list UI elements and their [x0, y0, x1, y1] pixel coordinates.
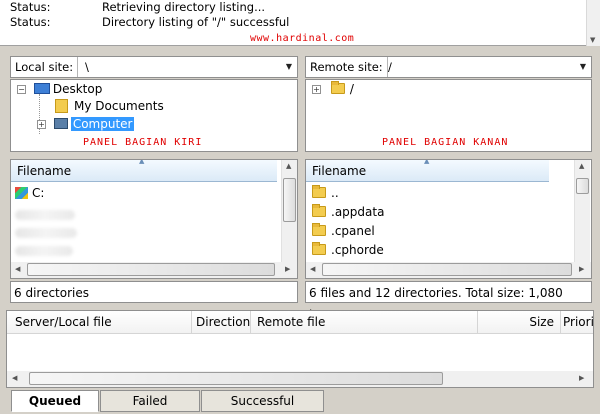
- remote-horizontal-scrollbar[interactable]: ◀ ▶: [306, 262, 591, 278]
- expand-icon[interactable]: +: [37, 120, 46, 129]
- log-message: Retrieving directory listing...: [102, 0, 266, 14]
- collapse-icon[interactable]: −: [17, 85, 26, 94]
- blurred-item: [15, 246, 73, 256]
- message-log: Status: Retrieving directory listing... S…: [0, 0, 600, 46]
- transfer-queue: Server/Local file Direction Remote file …: [6, 310, 594, 388]
- log-key: Status:: [10, 0, 51, 14]
- chevron-down-icon[interactable]: ▼: [281, 57, 297, 77]
- folder-icon: [312, 223, 326, 236]
- log-key: Status:: [10, 15, 51, 29]
- scroll-right-arrow-icon[interactable]: ▶: [579, 374, 584, 382]
- chevron-down-icon[interactable]: ▼: [575, 57, 591, 77]
- queue-column-priority[interactable]: Priori: [561, 311, 593, 334]
- folder-icon: [312, 185, 326, 198]
- log-row: Status: Directory listing of "/" successf…: [10, 15, 289, 30]
- remote-column-header[interactable]: Filename ▲: [306, 160, 549, 182]
- documents-folder-icon: [55, 99, 68, 113]
- file-name: .appdata: [331, 205, 385, 219]
- tree-item-desktop[interactable]: − Desktop: [17, 81, 102, 98]
- file-name: .cphorde: [331, 243, 384, 257]
- local-status: 6 directories: [10, 281, 298, 303]
- list-item[interactable]: .cphorde: [312, 242, 384, 259]
- list-item[interactable]: .appdata: [312, 204, 384, 221]
- tree-label: Computer: [70, 117, 135, 131]
- scroll-right-arrow-icon[interactable]: ▶: [579, 265, 584, 273]
- local-file-list: Filename ▲ C: ▲ ◀ ▶: [10, 159, 298, 279]
- expand-icon[interactable]: +: [312, 85, 321, 94]
- tab-queued-files[interactable]: Queued files: [11, 390, 99, 412]
- blurred-item: [15, 228, 77, 238]
- watermark: www.hardinal.com: [250, 33, 355, 44]
- scroll-down-arrow-icon[interactable]: ▼: [590, 36, 595, 44]
- scroll-thumb[interactable]: [29, 372, 443, 385]
- queue-column-direction[interactable]: Direction: [192, 311, 250, 334]
- remote-site-label: Remote site:: [306, 57, 388, 77]
- local-site-bar: Local site: \ ▼: [10, 56, 298, 78]
- drive-icon: [15, 187, 28, 199]
- log-message: Directory listing of "/" successful: [102, 15, 290, 29]
- tab-successful-transfers[interactable]: Successful transfers: [201, 390, 324, 412]
- right-panel-annotation: PANEL BAGIAN KANAN: [382, 137, 509, 148]
- list-item[interactable]: .cpanel: [312, 223, 375, 240]
- sort-ascending-icon: ▲: [424, 159, 430, 165]
- tree-item-computer[interactable]: + Computer: [37, 116, 135, 133]
- blurred-item: [15, 210, 75, 220]
- remote-vertical-scrollbar[interactable]: ▲: [574, 160, 590, 264]
- local-vertical-scrollbar[interactable]: ▲: [281, 160, 297, 264]
- local-horizontal-scrollbar[interactable]: ◀ ▶: [11, 262, 297, 278]
- remote-path-input[interactable]: /: [388, 57, 392, 77]
- left-panel-annotation: PANEL BAGIAN KIRI: [83, 137, 203, 148]
- queue-column-remote-file[interactable]: Remote file: [251, 311, 477, 334]
- list-item[interactable]: C:: [15, 185, 44, 202]
- scroll-up-arrow-icon[interactable]: ▲: [286, 162, 291, 170]
- filename-column-label: Filename: [17, 164, 72, 178]
- queue-column-size[interactable]: Size: [478, 311, 560, 334]
- log-scrollbar[interactable]: ▼: [586, 0, 600, 46]
- sort-ascending-icon: ▲: [139, 159, 145, 165]
- folder-icon: [312, 242, 326, 255]
- filename-column-label: Filename: [312, 164, 367, 178]
- tree-item-my-documents[interactable]: My Documents: [55, 98, 164, 115]
- desktop-icon: [33, 83, 50, 94]
- scroll-left-arrow-icon[interactable]: ◀: [310, 265, 315, 273]
- tree-item-root[interactable]: + /: [312, 81, 354, 98]
- local-tree-panel: − Desktop My Documents + Computer PANEL …: [10, 79, 298, 152]
- scroll-thumb[interactable]: [322, 263, 572, 276]
- scroll-thumb[interactable]: [27, 263, 275, 276]
- folder-icon: [312, 204, 326, 217]
- tab-failed-transfers[interactable]: Failed transfers: [100, 390, 200, 412]
- tree-label: Desktop: [52, 82, 103, 96]
- remote-file-list: Filename ▲ .. .appdata .cpanel .cphorde …: [305, 159, 592, 279]
- local-site-label: Local site:: [11, 57, 79, 77]
- file-name: .cpanel: [331, 224, 375, 238]
- file-name: C:: [32, 186, 45, 200]
- local-path-input[interactable]: \: [85, 57, 89, 77]
- computer-icon: [53, 118, 68, 129]
- remote-tree-panel: + / PANEL BAGIAN KANAN: [305, 79, 592, 152]
- queue-column-server-local-file[interactable]: Server/Local file: [7, 311, 191, 334]
- tree-label: My Documents: [74, 99, 164, 113]
- scroll-thumb[interactable]: [283, 178, 296, 222]
- remote-status: 6 files and 12 directories. Total size: …: [305, 281, 592, 322]
- local-column-header[interactable]: Filename ▲: [11, 160, 277, 182]
- scroll-left-arrow-icon[interactable]: ◀: [15, 265, 20, 273]
- queue-horizontal-scrollbar[interactable]: ◀ ▶: [7, 371, 593, 387]
- scroll-up-arrow-icon[interactable]: ▲: [579, 162, 584, 170]
- file-name: ..: [331, 186, 339, 200]
- scroll-right-arrow-icon[interactable]: ▶: [285, 265, 290, 273]
- folder-icon: [330, 81, 345, 94]
- remote-site-bar: Remote site: / ▼: [305, 56, 592, 78]
- tree-label: /: [349, 82, 354, 96]
- log-row: Status: Retrieving directory listing...: [10, 0, 265, 15]
- list-item[interactable]: ..: [312, 185, 339, 202]
- scroll-thumb[interactable]: [576, 178, 589, 194]
- scroll-left-arrow-icon[interactable]: ◀: [12, 374, 17, 382]
